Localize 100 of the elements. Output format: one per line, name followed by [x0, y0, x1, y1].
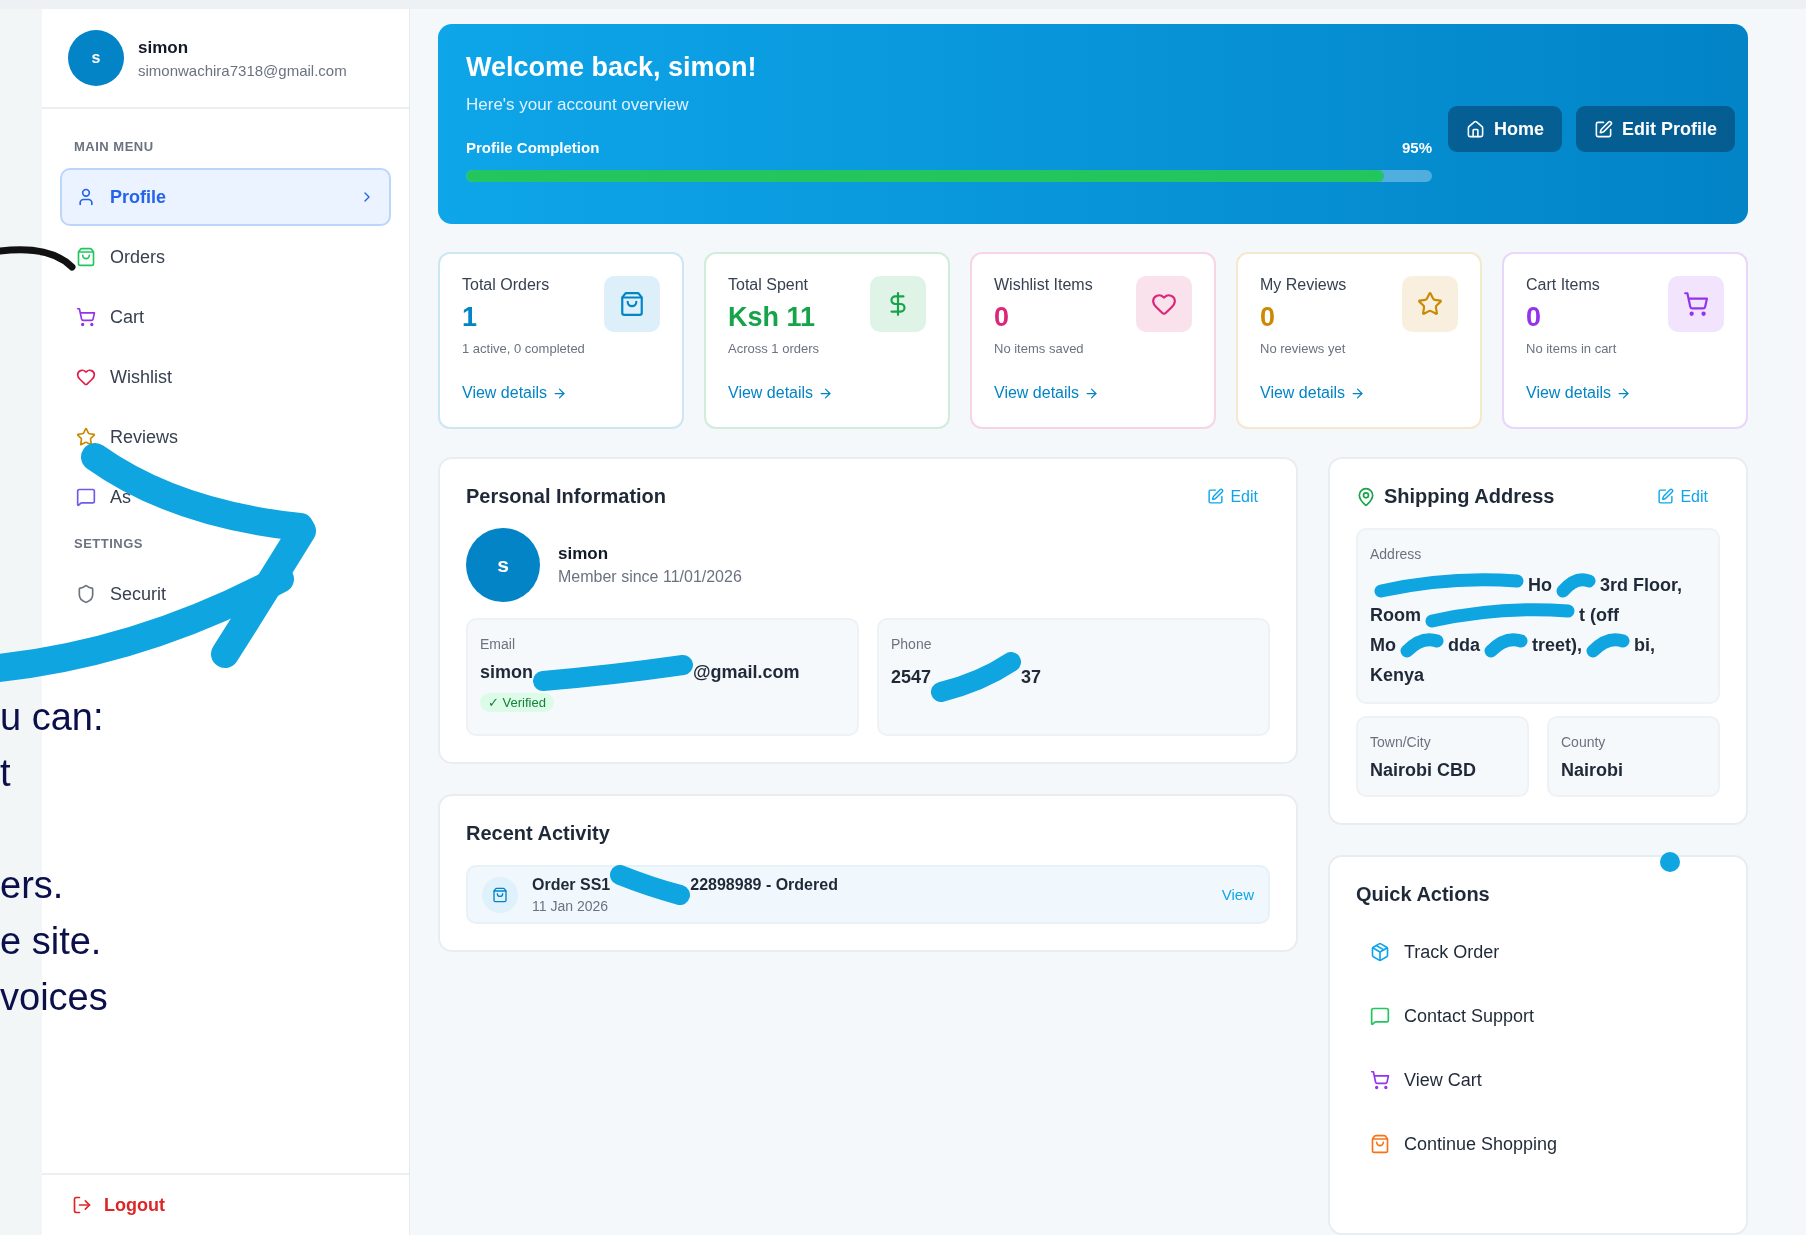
address-text: treet), — [1532, 634, 1583, 656]
quick-action-link[interactable]: View Cart — [1356, 1048, 1720, 1112]
edit-profile-button[interactable]: Edit Profile — [1576, 106, 1736, 152]
chat-bubble-icon — [1370, 1006, 1390, 1026]
heart-icon — [76, 367, 96, 387]
address-text: t (off — [1579, 604, 1619, 626]
card-title: Quick Actions — [1356, 883, 1491, 906]
menu-item[interactable]: Cart — [60, 288, 391, 346]
cart-icon — [1370, 1070, 1390, 1090]
shopping-bag-icon — [1370, 1134, 1390, 1154]
package-icon — [1370, 942, 1390, 962]
address-text: Mo — [1370, 634, 1396, 656]
card-title: Shipping Address — [1356, 485, 1555, 508]
address-text: Room — [1370, 604, 1421, 626]
scribble-mark — [1586, 633, 1630, 658]
member-since: Member since 11/01/2026 — [558, 568, 742, 586]
stat-value: 1 — [462, 302, 479, 333]
quick-action-link[interactable]: Contact Support — [1356, 984, 1720, 1048]
overlay-text: u can: — [0, 695, 105, 740]
overlay-text: t — [0, 751, 12, 796]
stat-value: 0 — [1526, 302, 1543, 333]
field-value: 37 — [1021, 666, 1042, 688]
stat-title: Total Orders — [462, 276, 551, 294]
stat-note: No items in cart — [1526, 341, 1618, 356]
view-details-link[interactable]: View details — [994, 384, 1136, 402]
heart-icon — [1151, 291, 1177, 317]
shopping-bag-icon — [492, 886, 508, 903]
address-text: 3rd Floor, — [1600, 574, 1682, 596]
progress-label: Profile Completion — [466, 139, 600, 156]
welcome-title: Welcome back, simon! — [466, 52, 758, 83]
overlay-text: voices — [0, 975, 108, 1020]
field-value: 2547 — [891, 666, 932, 688]
stat-title: Total Spent — [728, 276, 810, 294]
home-button[interactable]: Home — [1448, 106, 1562, 152]
address-text: Kenya — [1370, 664, 1425, 686]
stat-title: Wishlist Items — [994, 276, 1094, 294]
field-label: Town/City — [1370, 734, 1432, 750]
map-pin-icon — [1356, 486, 1376, 507]
progress-value: 95% — [1401, 139, 1432, 156]
field-value: Nairobi CBD — [1370, 760, 1477, 781]
cart-icon — [76, 307, 96, 327]
field-label: Phone — [891, 636, 933, 652]
scribble-mark — [1400, 633, 1444, 658]
field-label: County — [1561, 734, 1607, 750]
edit-icon — [1657, 488, 1675, 505]
cart-icon — [1683, 291, 1709, 317]
arrow-right-icon — [1084, 385, 1100, 401]
user-avatar: s — [68, 30, 124, 86]
stat-title: My Reviews — [1260, 276, 1348, 294]
section-heading: MAIN MENU — [73, 139, 155, 156]
stat-title: Cart Items — [1526, 276, 1601, 294]
stat-note: 1 active, 0 completed — [462, 341, 586, 356]
logout-link[interactable]: Logout — [72, 1194, 165, 1216]
menu-item[interactable]: Reviews — [60, 408, 391, 466]
logout-icon — [72, 1195, 92, 1215]
quick-action-link[interactable]: Continue Shopping — [1356, 1112, 1720, 1176]
user-icon — [76, 187, 96, 207]
card-title: Recent Activity — [466, 822, 610, 845]
scribble-mark — [1484, 633, 1528, 658]
menu-item[interactable]: Wishlist — [60, 348, 391, 406]
field-value: Nairobi — [1561, 760, 1624, 781]
welcome-subtitle: Here's your account overview — [466, 95, 690, 115]
section-heading: SETTINGS — [73, 535, 144, 553]
overlay-text: e site. — [0, 919, 103, 964]
view-details-link[interactable]: View details — [1526, 384, 1668, 402]
stat-note: Across 1 orders — [728, 341, 821, 356]
address-text: dda — [1448, 634, 1480, 656]
user-email: simonwachira7318@gmail.com — [138, 61, 347, 79]
field-label: Address — [1370, 546, 1423, 562]
menu-item[interactable]: Profile — [60, 168, 391, 226]
home-icon — [1466, 119, 1485, 139]
scribble-mark — [1556, 573, 1596, 598]
shopping-bag-icon — [76, 247, 96, 267]
quick-action-link[interactable]: Track Order — [1356, 920, 1720, 984]
stat-note: No reviews yet — [1260, 341, 1347, 356]
menu-item[interactable]: Orders — [60, 228, 391, 286]
view-details-link[interactable]: View details — [728, 384, 870, 402]
activity-text: Order SS1 — [532, 876, 611, 894]
stat-value: Ksh 11 — [728, 302, 817, 333]
address-text: Ho — [1528, 574, 1552, 596]
view-details-link[interactable]: View details — [462, 384, 604, 402]
address-text: bi, — [1634, 634, 1656, 656]
ink-dot — [1660, 852, 1680, 872]
verified-badge: ✓ Verified — [480, 693, 554, 712]
profile-avatar: s — [466, 528, 540, 602]
menu-item[interactable]: Securit — [60, 565, 391, 623]
menu-item[interactable]: As — [60, 468, 391, 526]
chat-bubble-icon — [76, 487, 96, 507]
profile-name: simon — [558, 544, 610, 564]
field-label: Email — [480, 636, 516, 652]
field-value: @gmail.com — [693, 662, 800, 683]
view-details-link[interactable]: View details — [1260, 384, 1402, 402]
arrow-right-icon — [552, 385, 568, 401]
overlay-text: ers. — [0, 863, 65, 908]
stat-value: 0 — [1260, 302, 1277, 333]
field-value: simon — [480, 662, 533, 683]
stat-note: No items saved — [994, 341, 1085, 356]
arrow-right-icon — [818, 385, 834, 401]
arrow-right-icon — [1616, 385, 1632, 401]
activity-date: 11 Jan 2026 — [532, 898, 610, 914]
